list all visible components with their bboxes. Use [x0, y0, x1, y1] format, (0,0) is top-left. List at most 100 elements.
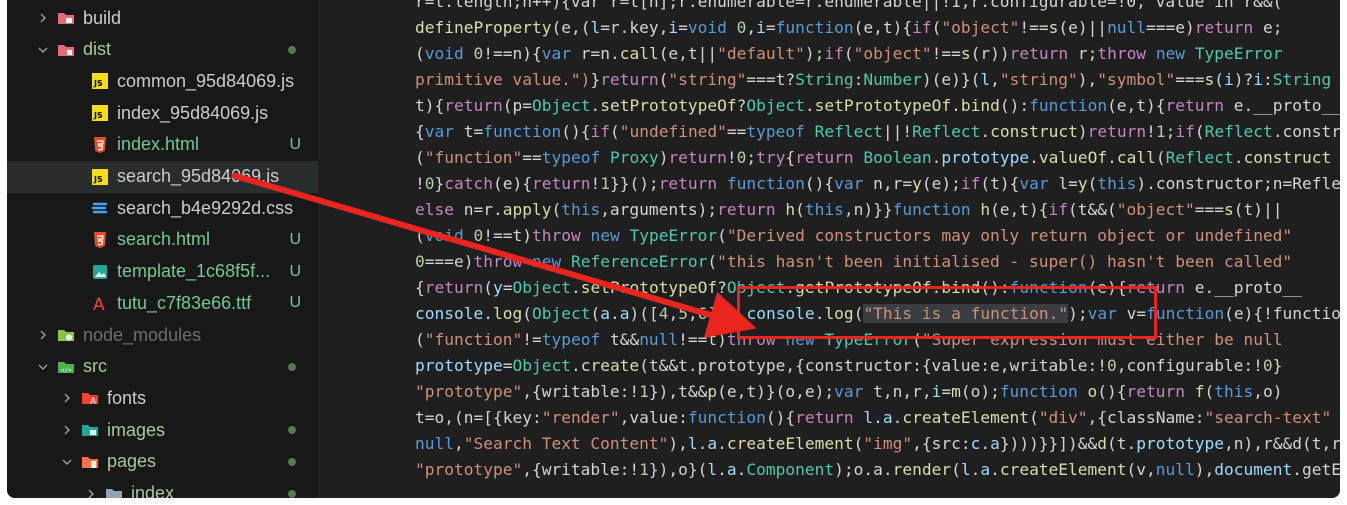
- svg-text:JS: JS: [93, 175, 103, 184]
- code-token: defineProperty: [415, 18, 552, 37]
- code-token: "string": [999, 70, 1078, 89]
- code-token: prototype: [415, 356, 503, 375]
- explorer-item-label: search_b4e9292d.css: [117, 197, 294, 218]
- code-token: l: [707, 460, 718, 479]
- chevron-right-icon[interactable]: [61, 424, 73, 436]
- explorer-item-label: images: [107, 419, 166, 440]
- code-token: {: [785, 148, 796, 167]
- code-token: (o);: [960, 382, 1000, 401]
- code-token: (t&&(: [1068, 200, 1117, 219]
- explorer-item-build[interactable]: build: [7, 2, 318, 34]
- explorer-item-label: index: [131, 483, 175, 498]
- code-line[interactable]: defineProperty(e,(l=r.key,i=void 0,i=fun…: [415, 16, 1283, 40]
- code-token: =r.key,: [600, 18, 669, 37]
- code-token: .getElement: [1292, 460, 1340, 479]
- code-token: l: [687, 434, 698, 453]
- code-line[interactable]: !0}catch(e){return!1}}();return function…: [415, 172, 1340, 196]
- git-status-badge: U: [289, 294, 301, 312]
- code-line[interactable]: primitive value.")}return("string"===t?S…: [415, 68, 1331, 92]
- code-token: ),: [1077, 70, 1098, 89]
- explorer-item-search-b4e9292d-css[interactable]: search_b4e9292d.css: [7, 192, 318, 224]
- explorer-item-search-95d84069-js[interactable]: JS search_95d84069.js: [7, 160, 318, 193]
- explorer-item-dist[interactable]: dist: [7, 34, 318, 66]
- code-token: (){: [804, 174, 835, 193]
- code-token: );o.a.: [834, 460, 893, 479]
- code-line[interactable]: ("function"==typeof Proxy)return!0;try{r…: [415, 146, 1331, 170]
- code-token: .: [1233, 148, 1244, 167]
- code-line[interactable]: r=t.length;n++){var r=t[n];r.enumerable=…: [415, 0, 1282, 14]
- code-line[interactable]: "prototype",{writable:!1}),o}(l.a.Compon…: [415, 458, 1340, 482]
- font-file-icon: A: [91, 294, 109, 312]
- code-token: !=: [522, 330, 542, 349]
- code-line[interactable]: (void 0!==t)throw new TypeError("Derived…: [415, 224, 1292, 248]
- code-line[interactable]: else n=r.apply(this,arguments);return h(…: [415, 198, 1282, 222]
- code-token: !==: [931, 44, 961, 63]
- code-token: typeof: [746, 122, 805, 141]
- explorer-item-index-95d84069-js[interactable]: JS index_95d84069.js: [7, 97, 318, 129]
- explorer-item-index[interactable]: index: [7, 478, 318, 499]
- vscode-window: build dist JS common_95d84069.js JS index_95d…: [7, 0, 1340, 498]
- code-token: !: [1146, 122, 1156, 141]
- code-token: new: [531, 252, 562, 271]
- code-token: ReferenceError: [570, 252, 708, 271]
- explorer-item-common-95d84069-js[interactable]: JS common_95d84069.js: [7, 65, 318, 97]
- explorer-item-template-1c68f5f[interactable]: template_1c68f5f... U: [7, 256, 318, 288]
- code-token: ).constructor;n=Reflect: [1136, 174, 1340, 193]
- code-token: .: [717, 460, 727, 479]
- code-token: t,n,r,: [863, 382, 932, 401]
- explorer-item-search-html[interactable]: search.html U: [7, 224, 318, 256]
- code-line[interactable]: "prototype",{writable:!1}),t&&p(e,t)}(o,…: [415, 380, 1283, 404]
- folder-src-icon: </>: [57, 358, 75, 376]
- code-token: Object: [531, 304, 591, 323]
- code-token: r;: [1068, 44, 1098, 63]
- code-token: 4: [658, 304, 669, 323]
- code-token: prototype: [941, 148, 1030, 167]
- explorer-item-fonts[interactable]: Afonts: [7, 382, 318, 414]
- chevron-down-icon[interactable]: [61, 456, 73, 468]
- code-token: (e)||: [1058, 18, 1108, 37]
- code-token: return: [424, 278, 484, 297]
- chevron-right-icon[interactable]: [37, 12, 49, 24]
- code-token: y: [1077, 174, 1088, 193]
- code-token: l: [960, 460, 971, 479]
- code-token: "default": [717, 44, 805, 63]
- code-token: return: [1194, 18, 1254, 37]
- code-token: (t&&t.prototype,{constructor:{value:e,wr…: [639, 356, 1107, 375]
- image-file-icon: [91, 263, 109, 281]
- code-token: )?: [1233, 70, 1254, 89]
- folder-images-icon: [81, 421, 99, 439]
- explorer-item-label: dist: [83, 39, 112, 60]
- code-line[interactable]: {var t=function(){if("undefined"==typeof…: [415, 120, 1340, 144]
- code-token: })))}}])&&: [999, 434, 1098, 453]
- code-token: r=n.: [570, 44, 620, 63]
- code-token: setPrototypeOf: [814, 96, 952, 115]
- code-line[interactable]: 0===e)throw new ReferenceError("this has…: [415, 250, 1292, 274]
- chevron-right-icon[interactable]: [85, 488, 97, 499]
- explorer-item-images[interactable]: images: [7, 414, 318, 446]
- code-line[interactable]: t=o,(n=[{key:"render",value:function(){r…: [415, 406, 1331, 430]
- code-token: l: [863, 408, 874, 427]
- code-editor[interactable]: r=t.length;n++){var r=t[n];r.enumerable=…: [318, 0, 1340, 498]
- chevron-down-icon[interactable]: [37, 44, 49, 56]
- explorer-item-index-html[interactable]: index.html U: [7, 129, 318, 161]
- code-token: Object: [512, 278, 571, 297]
- code-token: "object": [941, 18, 1020, 37]
- chevron-down-icon[interactable]: [37, 361, 49, 373]
- explorer-item-tutu-c7f83e66-ttf[interactable]: Atutu_c7f83e66.ttf U: [7, 287, 318, 319]
- code-token: return: [531, 174, 591, 193]
- explorer-item-label: build: [83, 7, 122, 28]
- explorer-item-src[interactable]: </> src: [7, 351, 318, 383]
- code-line[interactable]: (void 0!==n){var r=n.call(e,t||"default"…: [415, 42, 1283, 66]
- code-token: 0: [473, 44, 484, 63]
- explorer-item-node-modules[interactable]: node_modules: [7, 319, 318, 351]
- code-token: ),: [668, 434, 688, 453]
- chevron-right-icon[interactable]: [37, 329, 49, 341]
- chevron-right-icon[interactable]: [61, 392, 73, 404]
- code-line[interactable]: t){return(p=Object.setPrototypeOf?Object…: [415, 94, 1340, 118]
- code-token: ():: [999, 96, 1030, 115]
- code-line[interactable]: null,"Search Text Content"),l.a.createEl…: [415, 432, 1340, 456]
- js-file-icon: JS: [91, 72, 109, 90]
- explorer-item-pages[interactable]: pages: [7, 446, 318, 478]
- code-line[interactable]: prototype=Object.create(t&&t.prototype,{…: [415, 354, 1282, 378]
